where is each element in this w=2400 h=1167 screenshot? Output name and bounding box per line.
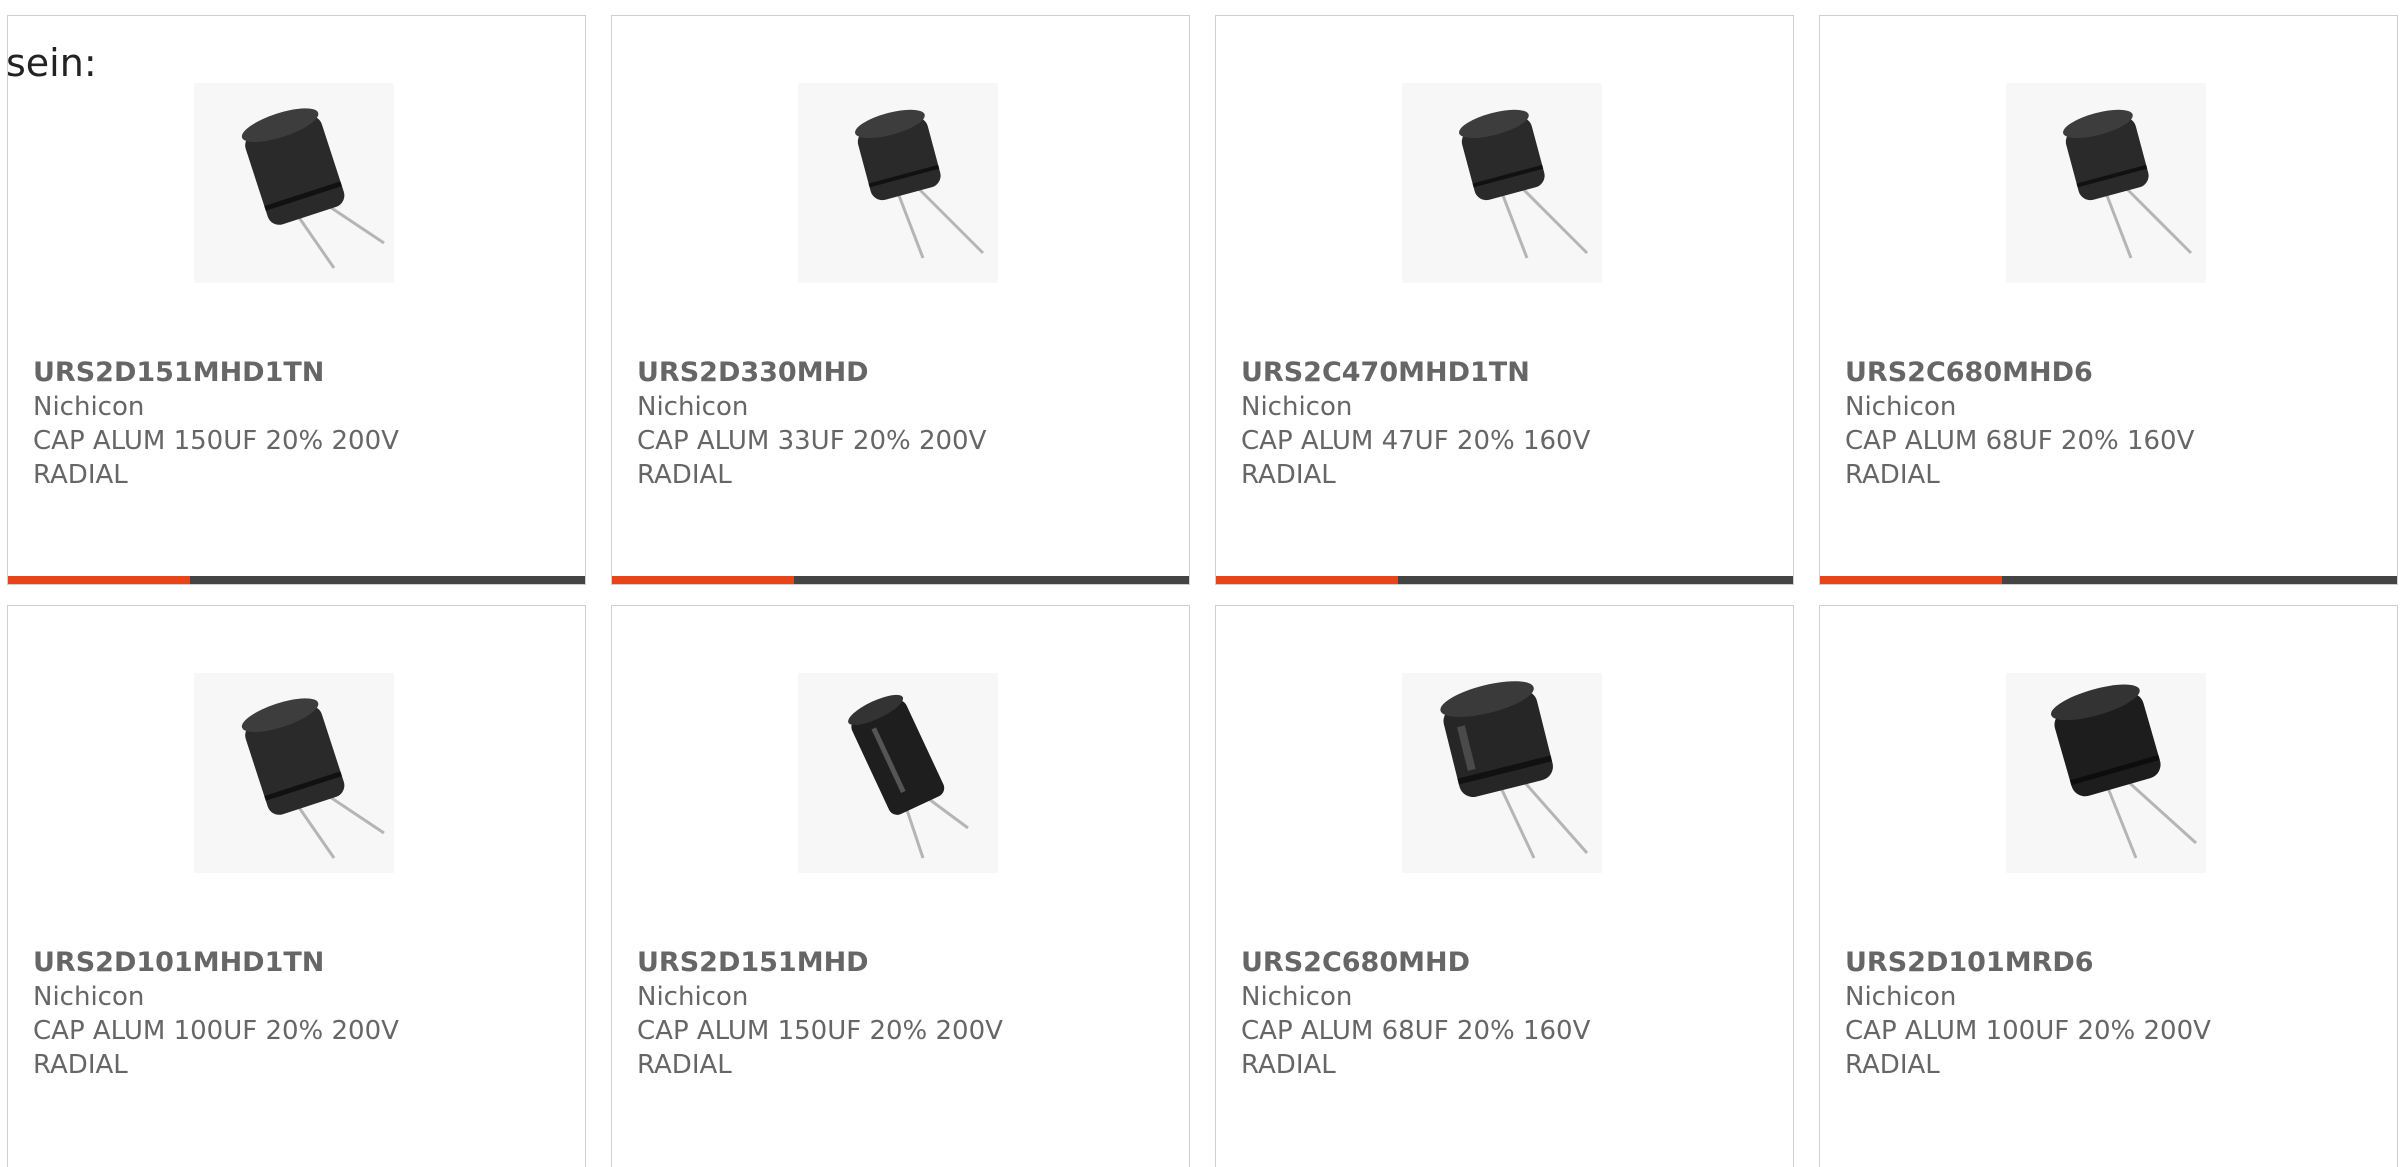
- capacitor-icon: [241, 698, 385, 859]
- product-info: URS2C470MHD1TN Nichicon CAP ALUM 47UF 20…: [1241, 356, 1761, 492]
- manufacturer: Nichicon: [1845, 982, 1957, 1012]
- capacitor-image[interactable]: [798, 83, 998, 283]
- description: CAP ALUM 68UF 20% 160V: [1845, 426, 2195, 456]
- description-package: RADIAL: [33, 460, 128, 490]
- product-card[interactable]: URS2D330MHD Nichicon CAP ALUM 33UF 20% 2…: [611, 15, 1190, 585]
- description-package: RADIAL: [637, 1050, 732, 1080]
- product-info: URS2C680MHD Nichicon CAP ALUM 68UF 20% 1…: [1241, 946, 1761, 1082]
- description-package: RADIAL: [1241, 1050, 1336, 1080]
- capacitor-icon: [855, 109, 985, 259]
- part-number[interactable]: URS2D330MHD: [637, 356, 1157, 390]
- capacitor-image[interactable]: [798, 673, 998, 873]
- description-package: RADIAL: [33, 1050, 128, 1080]
- capacitor-image[interactable]: [2006, 83, 2206, 283]
- product-info: URS2D101MRD6 Nichicon CAP ALUM 100UF 20%…: [1845, 946, 2365, 1082]
- capacitor-image[interactable]: [194, 673, 394, 873]
- product-card[interactable]: URS2D151MHD1TN Nichicon CAP ALUM 150UF 2…: [7, 15, 586, 585]
- capacitor-icon: [241, 108, 385, 269]
- card-accent-fill: [612, 576, 794, 584]
- card-accent-bar: [8, 576, 585, 584]
- manufacturer: Nichicon: [1241, 982, 1353, 1012]
- capacitor-icon: [1459, 109, 1589, 259]
- manufacturer: Nichicon: [1241, 392, 1353, 422]
- product-info: URS2D330MHD Nichicon CAP ALUM 33UF 20% 2…: [637, 356, 1157, 492]
- description-package: RADIAL: [1241, 460, 1336, 490]
- part-number[interactable]: URS2C680MHD6: [1845, 356, 2365, 390]
- capacitor-icon: [2051, 684, 2198, 859]
- part-number[interactable]: URS2C470MHD1TN: [1241, 356, 1761, 390]
- card-accent-fill: [1216, 576, 1398, 584]
- description: CAP ALUM 33UF 20% 200V: [637, 426, 987, 456]
- card-accent-bar: [1216, 576, 1793, 584]
- product-card[interactable]: URS2D151MHD Nichicon CAP ALUM 150UF 20% …: [611, 605, 1190, 1167]
- capacitor-icon: [2063, 109, 2193, 259]
- description-package: RADIAL: [1845, 460, 1940, 490]
- capacitor-image[interactable]: [1402, 83, 1602, 283]
- product-info: URS2C680MHD6 Nichicon CAP ALUM 68UF 20% …: [1845, 356, 2365, 492]
- product-info: URS2D101MHD1TN Nichicon CAP ALUM 100UF 2…: [33, 946, 553, 1082]
- intro-text: sein:: [6, 41, 97, 85]
- description: CAP ALUM 100UF 20% 200V: [1845, 1016, 2211, 1046]
- manufacturer: Nichicon: [33, 392, 145, 422]
- capacitor-image[interactable]: [1402, 673, 1602, 873]
- product-info: URS2D151MHD1TN Nichicon CAP ALUM 150UF 2…: [33, 356, 553, 492]
- capacitor-image[interactable]: [2006, 673, 2206, 873]
- description: CAP ALUM 68UF 20% 160V: [1241, 1016, 1591, 1046]
- card-accent-bar: [1820, 576, 2397, 584]
- part-number[interactable]: URS2D101MHD1TN: [33, 946, 553, 980]
- manufacturer: Nichicon: [637, 392, 749, 422]
- part-number[interactable]: URS2D101MRD6: [1845, 946, 2365, 980]
- product-card[interactable]: URS2D101MHD1TN Nichicon CAP ALUM 100UF 2…: [7, 605, 586, 1167]
- product-card[interactable]: URS2C470MHD1TN Nichicon CAP ALUM 47UF 20…: [1215, 15, 1794, 585]
- capacitor-icon: [1440, 681, 1589, 859]
- card-accent-bar: [612, 576, 1189, 584]
- part-number[interactable]: URS2D151MHD: [637, 946, 1157, 980]
- card-accent-fill: [8, 576, 190, 584]
- description: CAP ALUM 150UF 20% 200V: [33, 426, 399, 456]
- product-card[interactable]: URS2D101MRD6 Nichicon CAP ALUM 100UF 20%…: [1819, 605, 2398, 1167]
- part-number[interactable]: URS2C680MHD: [1241, 946, 1761, 980]
- product-card[interactable]: URS2C680MHD Nichicon CAP ALUM 68UF 20% 1…: [1215, 605, 1794, 1167]
- manufacturer: Nichicon: [1845, 392, 1957, 422]
- card-accent-fill: [1820, 576, 2002, 584]
- description-package: RADIAL: [1845, 1050, 1940, 1080]
- description: CAP ALUM 47UF 20% 160V: [1241, 426, 1591, 456]
- capacitor-image[interactable]: [194, 83, 394, 283]
- description: CAP ALUM 100UF 20% 200V: [33, 1016, 399, 1046]
- manufacturer: Nichicon: [33, 982, 145, 1012]
- product-card[interactable]: URS2C680MHD6 Nichicon CAP ALUM 68UF 20% …: [1819, 15, 2398, 585]
- product-grid: URS2D151MHD1TN Nichicon CAP ALUM 150UF 2…: [7, 15, 2398, 1167]
- capacitor-icon: [848, 694, 969, 859]
- page: sein: URS2D151MHD1TN Nichicon CAP ALUM 1…: [0, 0, 2400, 1167]
- description-package: RADIAL: [637, 460, 732, 490]
- part-number[interactable]: URS2D151MHD1TN: [33, 356, 553, 390]
- product-info: URS2D151MHD Nichicon CAP ALUM 150UF 20% …: [637, 946, 1157, 1082]
- description: CAP ALUM 150UF 20% 200V: [637, 1016, 1003, 1046]
- manufacturer: Nichicon: [637, 982, 749, 1012]
